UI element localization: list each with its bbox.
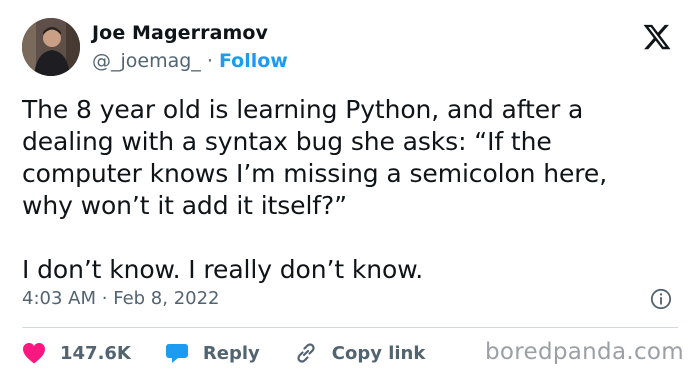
reply-label: Reply bbox=[202, 342, 260, 364]
heart-icon bbox=[23, 343, 45, 364]
tweet-timestamp[interactable]: 4:03 AM · Feb 8, 2022 bbox=[22, 288, 220, 309]
author-handle-row: @_joemag_ · Follow bbox=[92, 50, 288, 72]
author-name[interactable]: Joe Magerramov bbox=[92, 22, 268, 44]
copy-link-button[interactable]: Copy link bbox=[294, 341, 426, 365]
meta-separator: · bbox=[101, 288, 108, 309]
avatar[interactable] bbox=[22, 18, 80, 76]
x-logo-icon[interactable] bbox=[642, 22, 672, 52]
link-icon bbox=[297, 343, 315, 363]
copy-link-label: Copy link bbox=[331, 342, 426, 364]
follow-button[interactable]: Follow bbox=[219, 50, 288, 72]
like-count: 147.6K bbox=[60, 342, 131, 364]
reply-icon bbox=[165, 344, 188, 363]
tweet-date[interactable]: Feb 8, 2022 bbox=[113, 288, 219, 309]
reply-button[interactable]: Reply bbox=[165, 342, 260, 364]
watermark: boredpanda.com bbox=[485, 339, 684, 365]
action-bar: 147.6K Reply Copy link bbox=[22, 340, 455, 366]
separator-dot: · bbox=[206, 50, 213, 72]
tweet-text: The 8 year old is learning Python, and a… bbox=[22, 95, 608, 284]
divider bbox=[22, 327, 678, 328]
info-icon[interactable] bbox=[650, 288, 672, 310]
like-button[interactable]: 147.6K bbox=[22, 342, 131, 364]
tweet-time[interactable]: 4:03 AM bbox=[22, 288, 96, 309]
author-handle[interactable]: @_joemag_ bbox=[92, 50, 201, 72]
